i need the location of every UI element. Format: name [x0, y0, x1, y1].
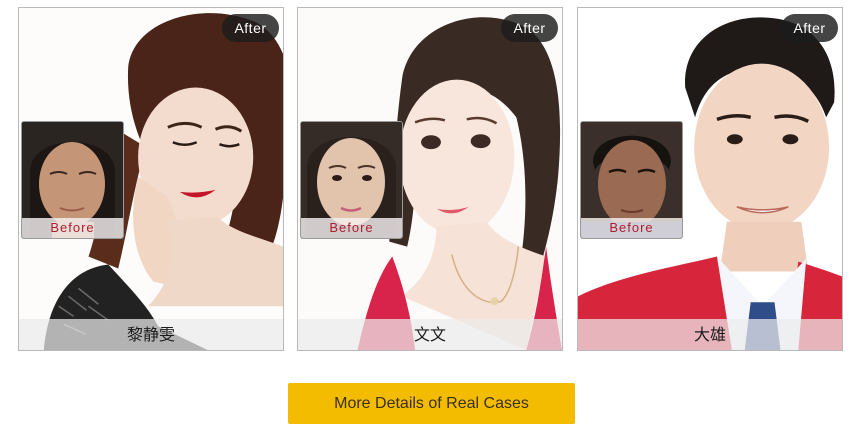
case-card[interactable]: After Before 黎静雯: [18, 7, 284, 351]
after-badge: After: [781, 14, 838, 42]
before-label: Before: [581, 218, 682, 238]
before-label: Before: [301, 218, 402, 238]
before-thumbnail: Before: [580, 121, 683, 239]
case-name: 文文: [298, 319, 562, 350]
before-thumbnail: Before: [21, 121, 124, 239]
before-thumbnail: Before: [300, 121, 403, 239]
case-card[interactable]: After Before 文文: [297, 7, 563, 351]
case-name: 大雄: [578, 319, 842, 350]
more-details-button[interactable]: More Details of Real Cases: [288, 383, 575, 424]
after-badge: After: [222, 14, 279, 42]
case-card[interactable]: After Before 大雄: [577, 7, 843, 351]
after-badge: After: [501, 14, 558, 42]
case-name: 黎静雯: [19, 319, 283, 350]
before-label: Before: [22, 218, 123, 238]
